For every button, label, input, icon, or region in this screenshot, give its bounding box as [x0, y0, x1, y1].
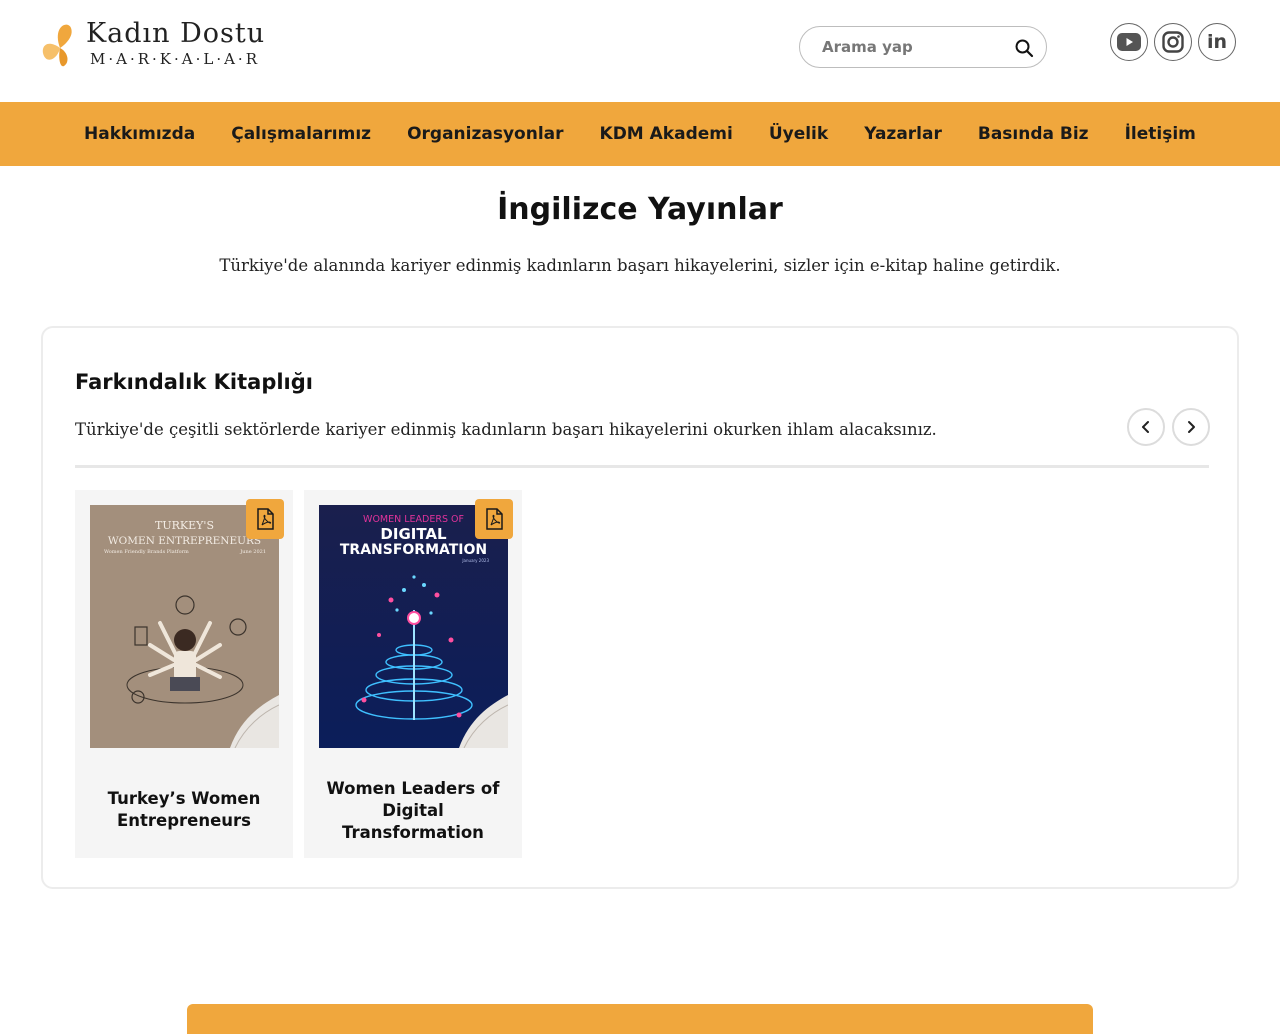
- logo-title: Kadın Dostu: [86, 18, 266, 49]
- nav-item-calismalarimiz[interactable]: Çalışmalarımız: [231, 124, 371, 144]
- carousel-prev-button[interactable]: [1127, 408, 1165, 446]
- chevron-right-icon: [1188, 421, 1195, 433]
- nav-item-organizasyonlar[interactable]: Organizasyonlar: [407, 124, 563, 144]
- book-title[interactable]: Women Leaders of Digital Transformation: [314, 778, 512, 844]
- instagram-link[interactable]: [1154, 23, 1192, 61]
- instagram-icon: [1162, 31, 1184, 53]
- book-card[interactable]: WOMEN LEADERS OF DIGITAL TRANSFORMATION …: [304, 490, 522, 858]
- cover-heading-2: DIGITAL: [380, 525, 447, 543]
- site-header: Kadın Dostu M·A·R·K·A·L·A·R in: [0, 0, 1280, 102]
- search-box: [799, 26, 1047, 68]
- youtube-link[interactable]: [1110, 23, 1148, 61]
- youtube-icon: [1117, 33, 1141, 51]
- pdf-download-button[interactable]: [475, 499, 513, 539]
- nav-item-uyelik[interactable]: Üyelik: [769, 124, 828, 144]
- nav-item-hakkimizda[interactable]: Hakkımızda: [84, 124, 195, 144]
- pdf-icon: [257, 508, 274, 530]
- book-card[interactable]: TURKEY'S WOMEN ENTREPRENEURS Women Frien…: [75, 490, 293, 858]
- library-title: Farkındalık Kitaplığı: [75, 370, 313, 394]
- site-logo[interactable]: Kadın Dostu M·A·R·K·A·L·A·R: [38, 16, 298, 72]
- nav-item-yazarlar[interactable]: Yazarlar: [864, 124, 942, 144]
- search-icon[interactable]: [1014, 38, 1034, 58]
- library-panel: Farkındalık Kitaplığı Türkiye'de çeşitli…: [41, 326, 1239, 889]
- book-cover-image[interactable]: WOMEN LEADERS OF DIGITAL TRANSFORMATION …: [319, 505, 508, 748]
- cover-date: June 2021: [239, 549, 266, 555]
- logo-subtitle: M·A·R·K·A·L·A·R: [90, 50, 260, 68]
- library-subtitle: Türkiye'de çeşitli sektörlerde kariyer e…: [75, 420, 937, 439]
- book-title[interactable]: Turkey’s Women Entrepreneurs: [85, 788, 283, 832]
- chevron-left-icon: [1142, 421, 1149, 433]
- linkedin-link[interactable]: in: [1198, 23, 1236, 61]
- pdf-icon: [486, 508, 503, 530]
- main-nav: Hakkımızda Çalışmalarımız Organizasyonla…: [0, 102, 1280, 166]
- cover-heading-1: WOMEN LEADERS OF: [363, 514, 464, 525]
- cover-tagline: Women Friendly Brands Platform: [104, 549, 189, 555]
- book-cover-image[interactable]: TURKEY'S WOMEN ENTREPRENEURS Women Frien…: [90, 505, 279, 748]
- section-divider: [75, 465, 1209, 468]
- page-subtitle: Türkiye'de alanında kariyer edinmiş kadı…: [219, 256, 1061, 275]
- nav-item-basinda-biz[interactable]: Basında Biz: [978, 124, 1089, 144]
- footer-banner: [187, 1004, 1093, 1034]
- search-input[interactable]: [820, 37, 1004, 57]
- page-title: İngilizce Yayınlar: [497, 192, 783, 227]
- nav-item-kdm-akademi[interactable]: KDM Akademi: [600, 124, 733, 144]
- cover-heading-3: TRANSFORMATION: [340, 542, 487, 558]
- cover-heading-2: WOMEN ENTREPRENEURS: [108, 535, 261, 547]
- cover-date: January 2023: [461, 558, 489, 563]
- carousel-next-button[interactable]: [1172, 408, 1210, 446]
- butterfly-logo-icon: [42, 24, 72, 67]
- nav-item-iletisim[interactable]: İletişim: [1125, 124, 1196, 144]
- linkedin-icon: in: [1206, 31, 1228, 53]
- pdf-download-button[interactable]: [246, 499, 284, 539]
- social-links: in: [1110, 23, 1236, 61]
- cover-heading-1: TURKEY'S: [155, 519, 214, 532]
